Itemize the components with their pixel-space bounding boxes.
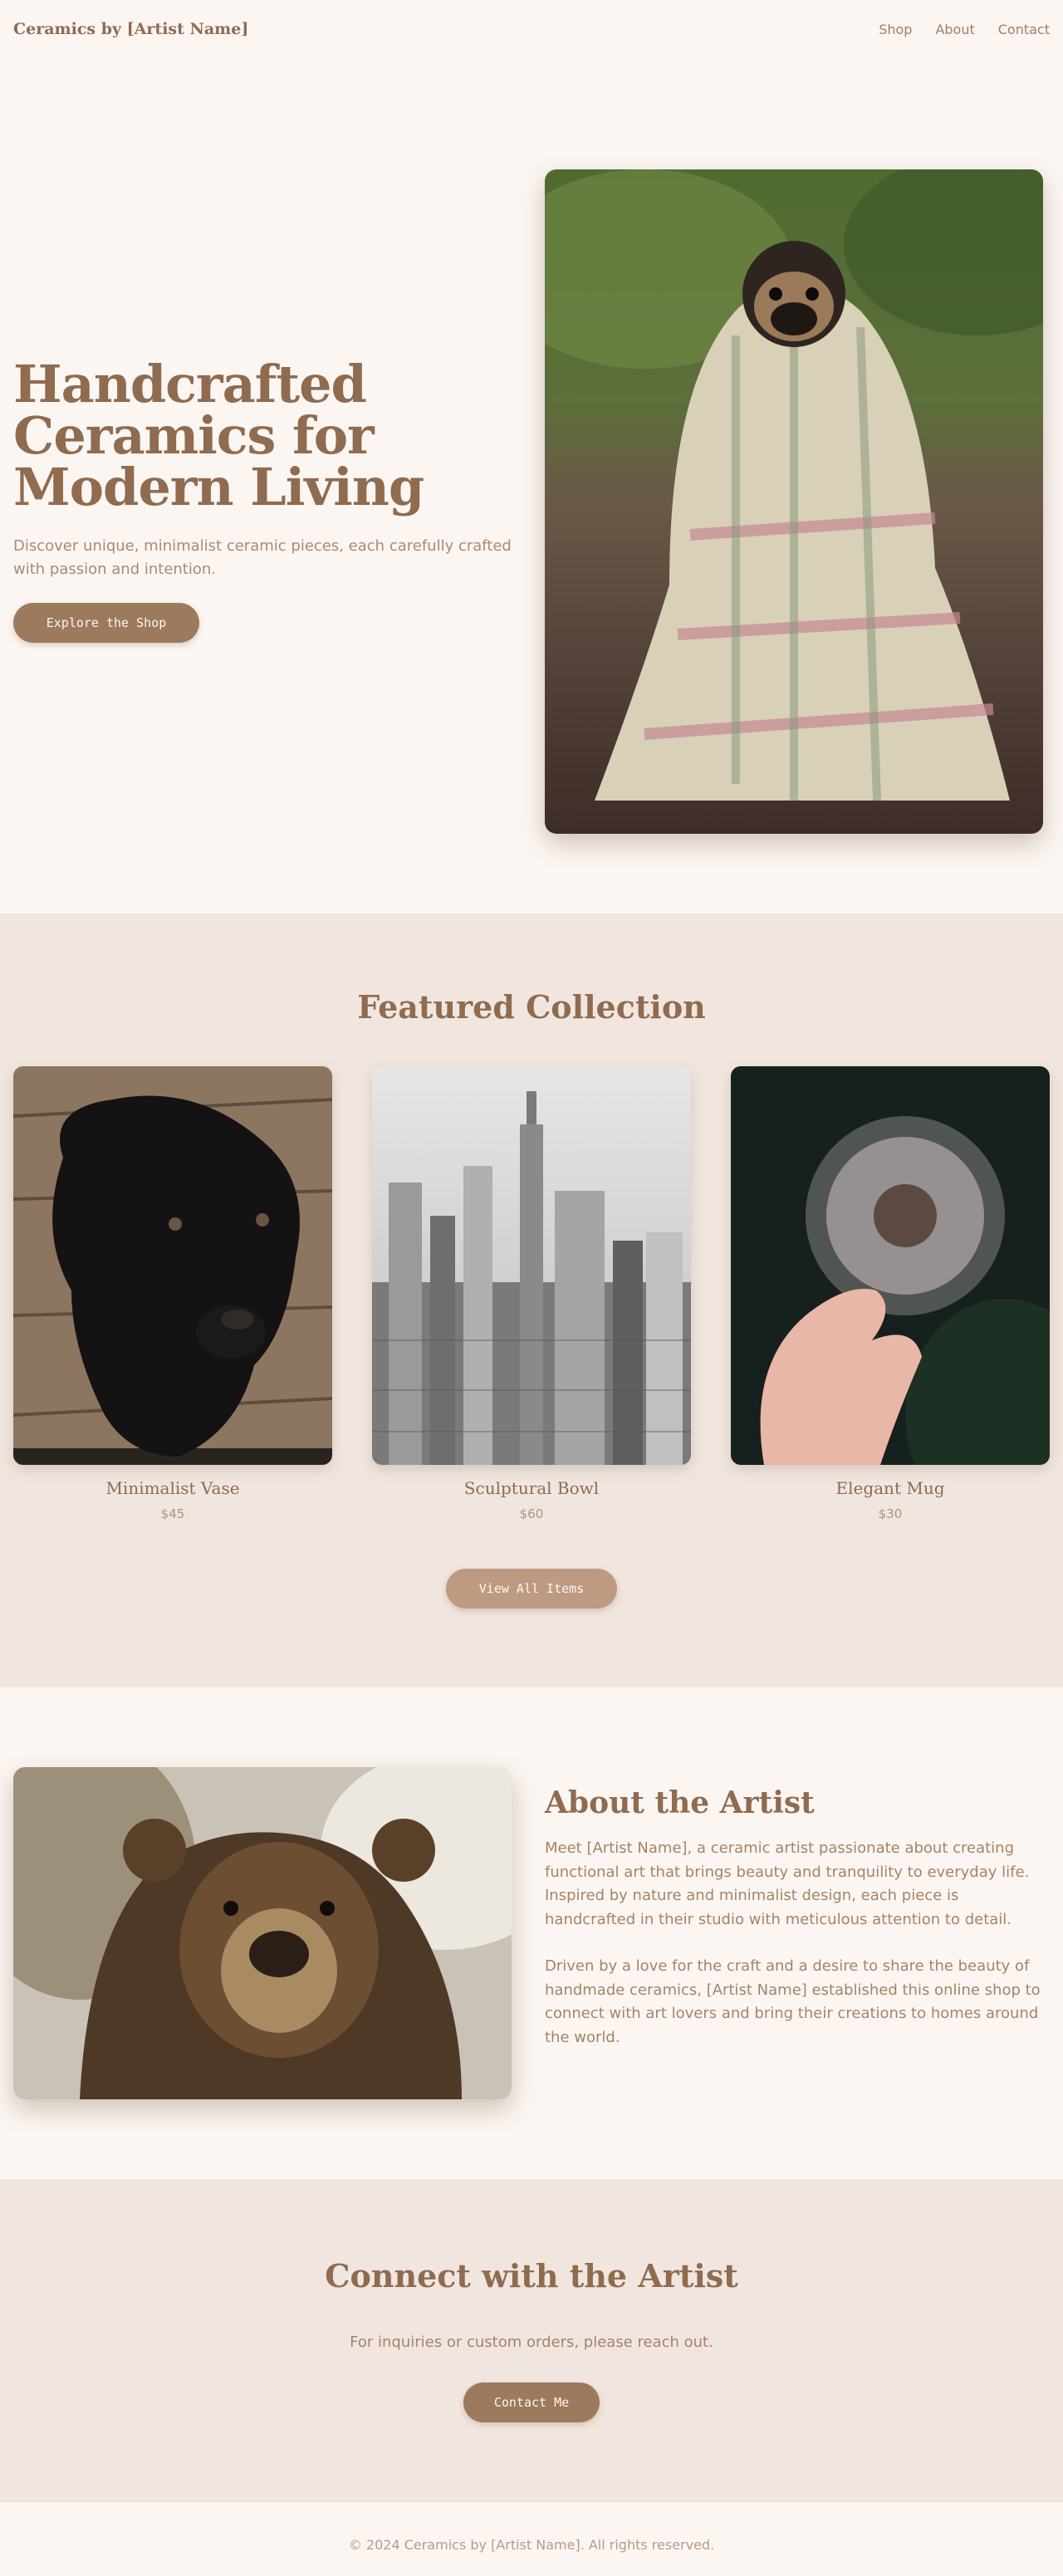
- product-price: $45: [160, 1506, 185, 1521]
- featured-title: Featured Collection: [357, 988, 706, 1026]
- hero-image: [545, 169, 1043, 834]
- about-title: About the Artist: [545, 1785, 815, 1820]
- contact-me-button[interactable]: Contact Me: [463, 2383, 600, 2422]
- about-paragraph: Driven by a love for the craft and a des…: [545, 1957, 1041, 2046]
- nav-link-contact[interactable]: Contact: [998, 22, 1050, 37]
- about-text: About the Artist Meet [Artist Name], a c…: [545, 1785, 1050, 2050]
- product-card[interactable]: Minimalist Vase $45: [13, 1066, 332, 1521]
- product-price: $30: [878, 1506, 903, 1521]
- product-image[interactable]: [13, 1066, 332, 1465]
- main-nav: Shop About Contact: [879, 22, 1050, 37]
- hero-title: Handcrafted Ceramics for Modern Living: [13, 354, 424, 517]
- copyright-text: © 2024 Ceramics by [Artist Name]. All ri…: [348, 2537, 715, 2553]
- product-card[interactable]: Sculptural Bowl $60: [372, 1066, 691, 1521]
- hero-text: Handcrafted Ceramics for Modern Living D…: [13, 359, 528, 581]
- about-image: [13, 1767, 512, 2099]
- product-name[interactable]: Minimalist Vase: [13, 1478, 332, 1498]
- dandelion-image: [731, 1066, 1050, 1465]
- black-puppy-image: [13, 1066, 332, 1465]
- city-skyline-image: [372, 1066, 691, 1465]
- nav-link-shop[interactable]: Shop: [879, 22, 912, 37]
- site-logo[interactable]: Ceramics by [Artist Name]: [13, 20, 248, 38]
- explore-shop-button[interactable]: Explore the Shop: [13, 603, 199, 643]
- site-footer: © 2024 Ceramics by [Artist Name]. All ri…: [0, 2501, 1063, 2576]
- view-all-items-button[interactable]: View All Items: [446, 1569, 617, 1609]
- hero-subtitle: Discover unique, minimalist ceramic piec…: [13, 537, 512, 578]
- contact-title: Connect with the Artist: [325, 2257, 738, 2294]
- product-name[interactable]: Elegant Mug: [731, 1478, 1050, 1498]
- product-image[interactable]: [372, 1066, 691, 1465]
- pug-image: [545, 169, 1043, 834]
- brown-bear-image: [13, 1767, 512, 2099]
- nav-link-about[interactable]: About: [935, 22, 974, 37]
- about-paragraph: Meet [Artist Name], a ceramic artist pas…: [545, 1839, 1030, 1928]
- product-card[interactable]: Elegant Mug $30: [731, 1066, 1050, 1521]
- contact-subtitle: For inquiries or custom orders, please r…: [350, 2334, 713, 2351]
- product-image[interactable]: [731, 1066, 1050, 1465]
- product-price: $60: [519, 1506, 544, 1521]
- product-name[interactable]: Sculptural Bowl: [372, 1478, 691, 1498]
- site-header: Ceramics by [Artist Name] Shop About Con…: [0, 0, 1063, 63]
